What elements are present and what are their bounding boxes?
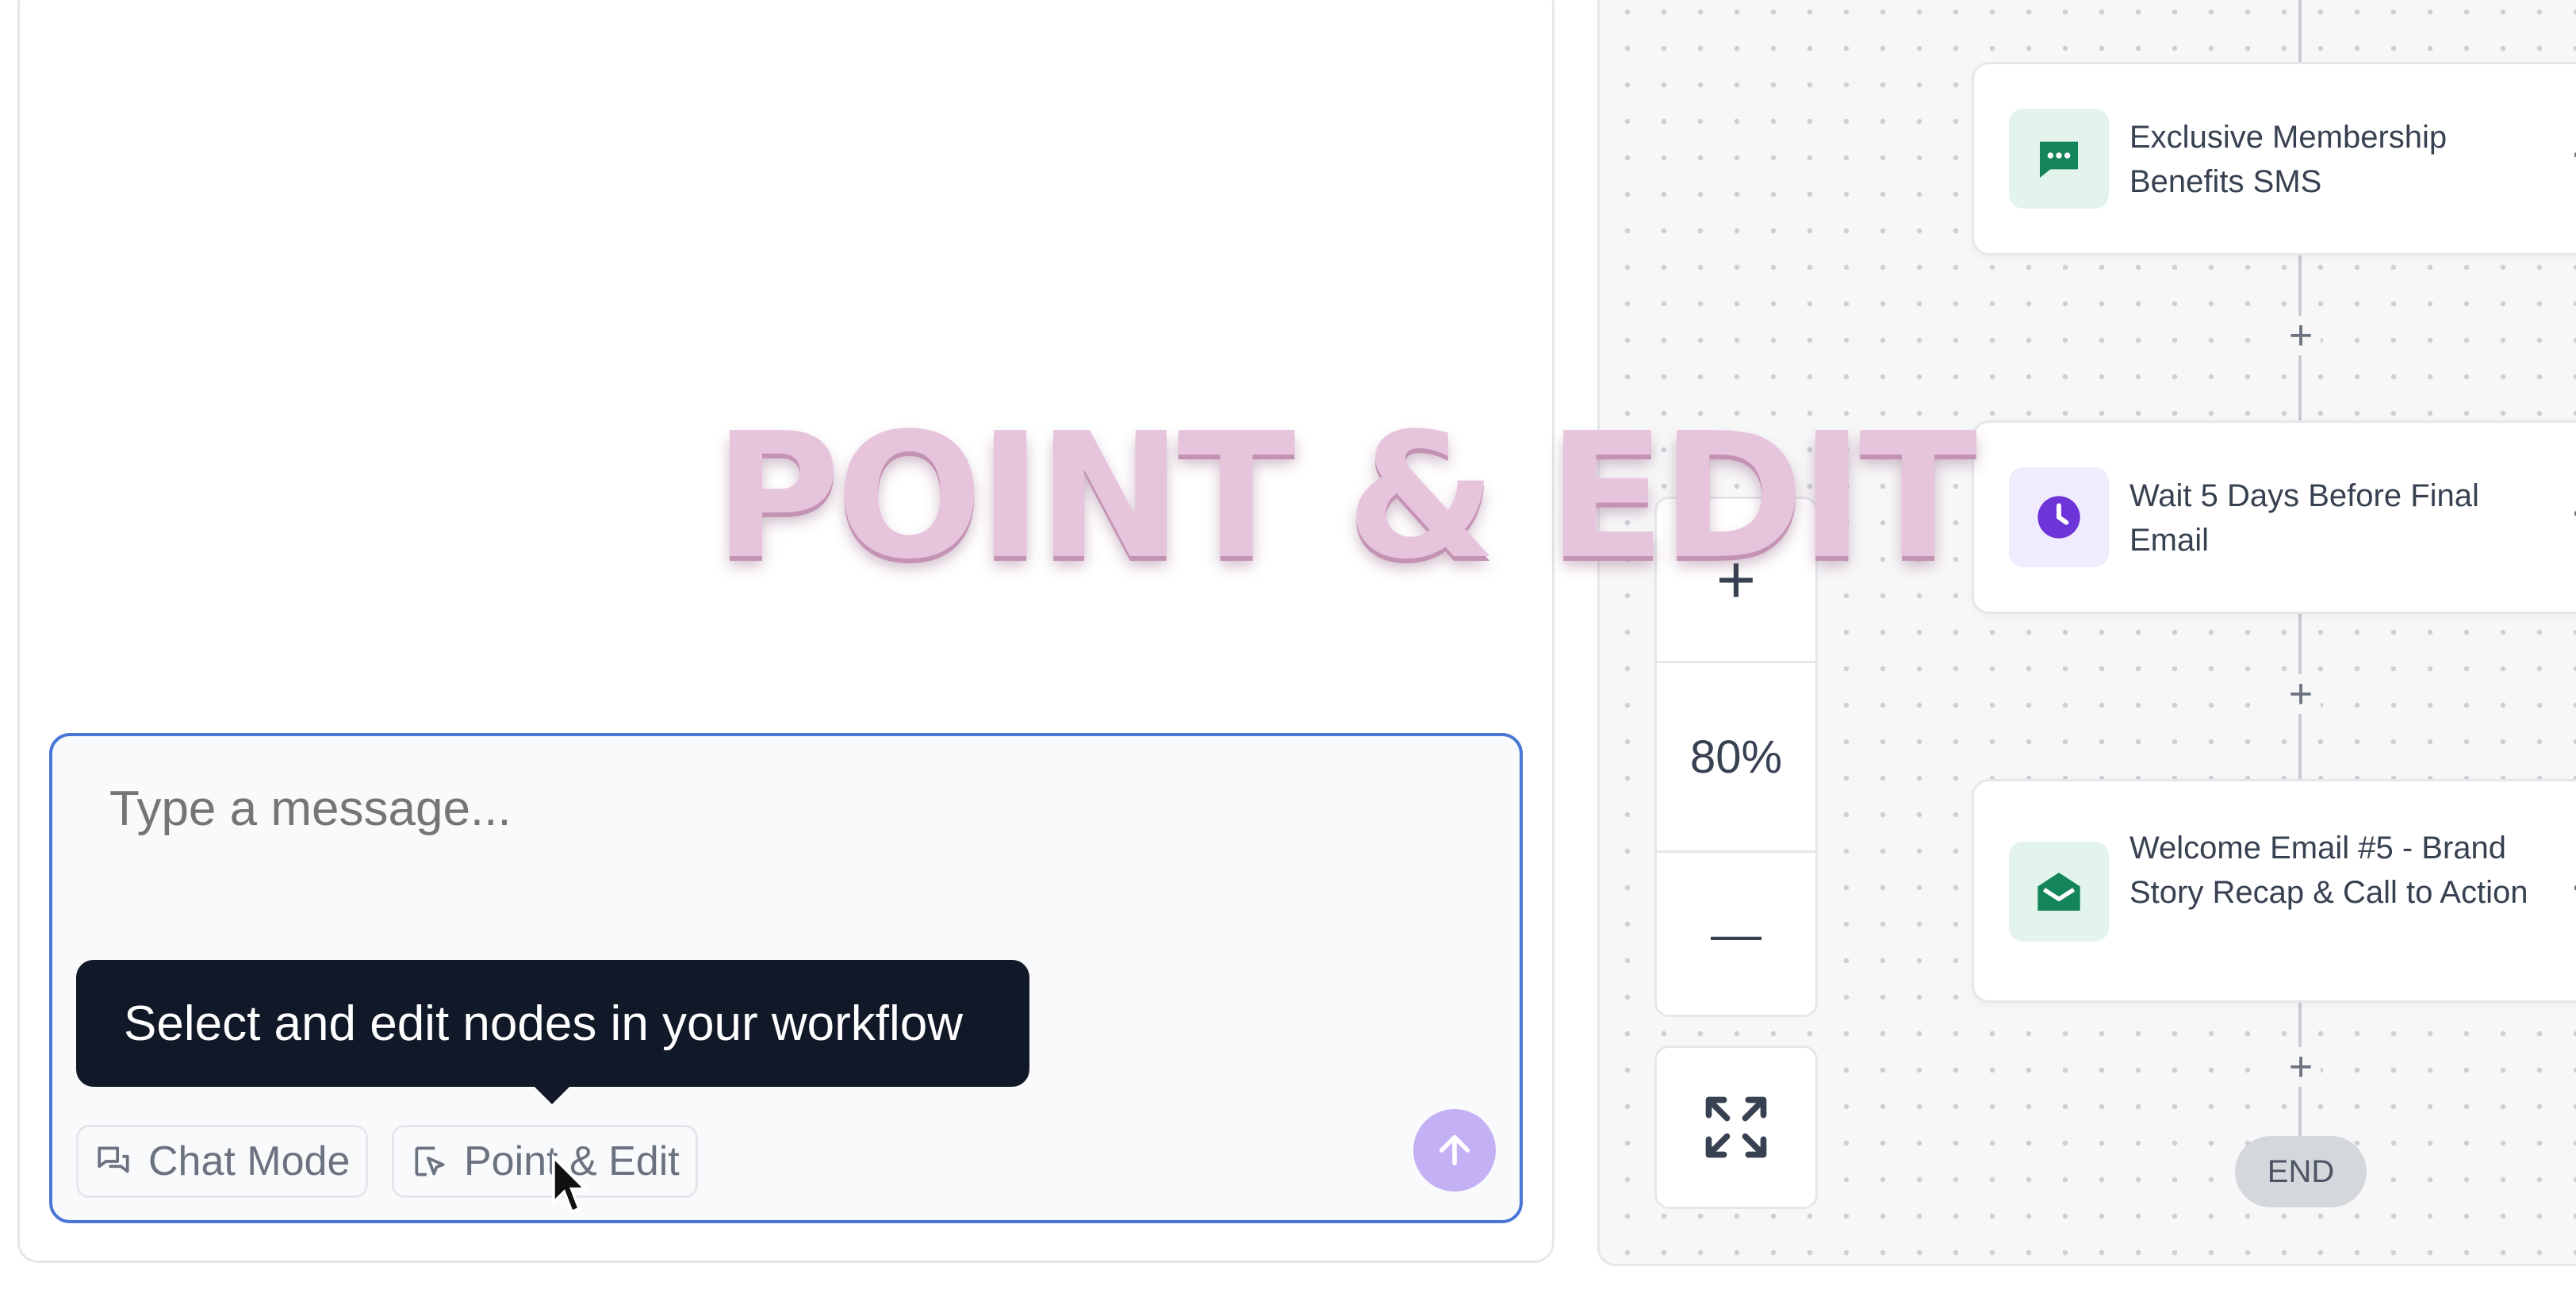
node-menu-icon[interactable]: ⋯ xyxy=(2570,134,2576,175)
sms-icon xyxy=(2009,109,2109,209)
email-icon xyxy=(2009,842,2109,942)
mouse-cursor-icon xyxy=(551,1153,587,1215)
workflow-node-email[interactable]: Welcome Email #5 - Brand Story Recap & C… xyxy=(1972,779,2576,1003)
node-label: Wait 5 Days Before Final Email xyxy=(2129,478,2479,558)
node-label: Exclusive Membership Benefits SMS xyxy=(2129,120,2448,199)
node-menu-icon[interactable]: ⋯ xyxy=(2570,867,2576,908)
chat-mode-label: Chat Mode xyxy=(148,1138,351,1184)
connector-line xyxy=(2298,0,2302,62)
message-input[interactable] xyxy=(109,781,1378,837)
pointer-edit-icon xyxy=(415,1146,445,1176)
zoom-level: 80% xyxy=(1689,731,1783,783)
add-step-button[interactable]: + xyxy=(2281,1046,2321,1088)
app-root: Select and edit nodes in your workflow C… xyxy=(0,0,2576,1301)
clock-icon xyxy=(2009,467,2109,567)
chat-bubbles-icon xyxy=(98,1146,129,1173)
node-label: Welcome Email #5 - Brand Story Recap & C… xyxy=(2129,831,2528,910)
expand-icon xyxy=(1705,1096,1767,1158)
add-step-button[interactable]: + xyxy=(2281,315,2321,356)
fit-view-button[interactable] xyxy=(1654,1046,1818,1209)
overlay-title: POINT & EDIT xyxy=(714,397,1977,597)
end-node: END xyxy=(2235,1136,2367,1207)
tooltip-arrow xyxy=(531,1084,573,1104)
send-button[interactable] xyxy=(1413,1109,1496,1192)
arrow-up-icon xyxy=(1439,1134,1470,1166)
point-edit-tooltip: Select and edit nodes in your workflow xyxy=(76,960,1029,1087)
zoom-out-button[interactable]: — xyxy=(1657,853,1815,1015)
add-step-button[interactable]: + xyxy=(2281,674,2321,715)
workflow-node-wait[interactable]: Wait 5 Days Before Final Email ⋯ xyxy=(1972,420,2576,614)
workflow-node-sms[interactable]: Exclusive Membership Benefits SMS ⋯ xyxy=(1972,62,2576,255)
node-menu-icon[interactable]: ⋯ xyxy=(2570,493,2576,533)
chat-mode-button[interactable]: Chat Mode xyxy=(76,1125,369,1198)
point-edit-button[interactable]: Point & Edit xyxy=(392,1125,698,1198)
tooltip-text: Select and edit nodes in your workflow xyxy=(124,996,964,1051)
